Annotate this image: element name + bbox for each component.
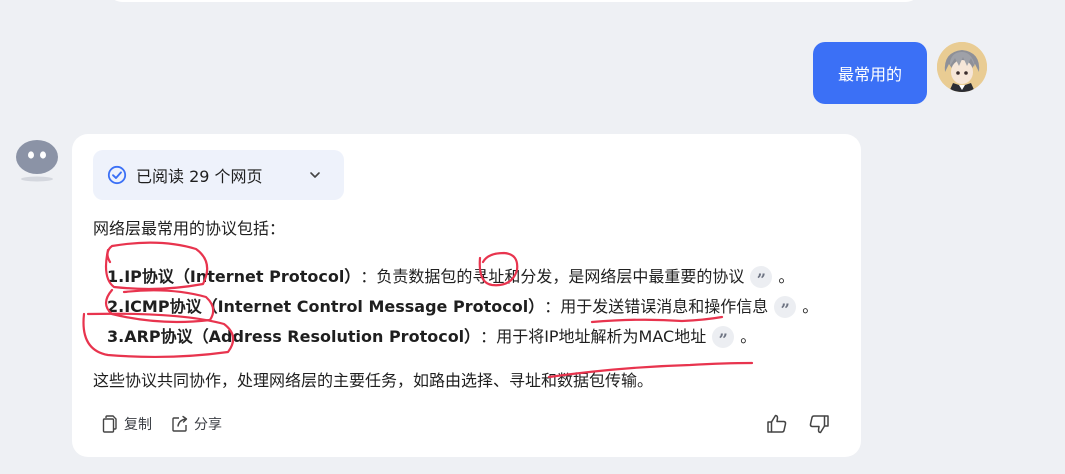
protocol-description: 用于发送错误消息和操作信息 xyxy=(560,297,769,316)
answer-intro: 网络层最常用的协议包括： xyxy=(93,219,286,238)
protocol-list: 1. IP协议 （Internet Protocol）：负责数据包的寻址和分发，是… xyxy=(107,262,818,352)
answer-actions: 复制 分享 xyxy=(100,414,240,434)
read-sources-toggle[interactable]: 已阅读 29 个网页 xyxy=(93,150,344,200)
list-item: 3. ARP协议 （Address Resolution Protocol）：用于… xyxy=(107,322,818,352)
assistant-avatar xyxy=(14,138,60,184)
item-end: 。 xyxy=(740,327,757,346)
share-icon xyxy=(172,415,188,432)
item-separator: ： xyxy=(544,297,561,316)
check-circle-icon xyxy=(107,165,127,185)
item-separator: ： xyxy=(360,267,377,286)
item-end: 。 xyxy=(802,297,819,316)
protocol-fullname: （Internet Control Message Protocol） xyxy=(201,297,545,316)
feedback-buttons xyxy=(765,412,849,436)
share-button[interactable]: 分享 xyxy=(170,414,222,434)
share-label: 分享 xyxy=(194,417,222,433)
list-item: 1. IP协议 （Internet Protocol）：负责数据包的寻址和分发，是… xyxy=(107,262,818,292)
protocol-description: 负责数据包的寻址和分发，是网络层中最重要的协议 xyxy=(376,267,745,286)
copy-label: 复制 xyxy=(124,417,152,433)
copy-icon xyxy=(102,415,117,433)
read-status-text: 已阅读 29 个网页 xyxy=(136,167,263,186)
quote-icon[interactable]: ” xyxy=(712,326,735,349)
protocol-name: ICMP协议 xyxy=(124,297,202,316)
protocol-fullname: （Internet Protocol） xyxy=(173,267,361,286)
user-avatar[interactable] xyxy=(937,42,987,92)
chevron-down-icon xyxy=(310,172,320,178)
thumbs-up-icon[interactable] xyxy=(765,412,789,436)
quote-icon[interactable]: ” xyxy=(750,266,773,289)
list-item: 2. ICMP协议 （Internet Control Message Proto… xyxy=(107,292,818,322)
copy-button[interactable]: 复制 xyxy=(100,414,152,434)
assistant-answer-card: 已阅读 29 个网页 网络层最常用的协议包括： 1. IP协议 （Internet… xyxy=(72,134,861,457)
thumbs-down-icon[interactable] xyxy=(807,412,831,436)
protocol-description: 用于将IP地址解析为MAC地址 xyxy=(496,327,707,346)
user-message-bubble: 最常用的 xyxy=(813,42,927,104)
answer-summary: 这些协议共同协作，处理网络层的主要任务，如路由选择、寻址和数据包传输。 xyxy=(93,371,654,390)
protocol-name: IP协议 xyxy=(124,267,174,286)
item-number: 1. xyxy=(107,267,125,286)
user-message-text: 最常用的 xyxy=(837,65,902,84)
quote-icon[interactable]: ” xyxy=(774,296,797,319)
protocol-fullname: （Address Resolution Protocol） xyxy=(192,327,481,346)
item-number: 3. xyxy=(107,327,125,346)
previous-message-card xyxy=(108,0,920,2)
item-number: 2. xyxy=(107,297,125,316)
item-end: 。 xyxy=(778,267,795,286)
protocol-name: ARP协议 xyxy=(124,327,193,346)
item-separator: ： xyxy=(480,327,497,346)
